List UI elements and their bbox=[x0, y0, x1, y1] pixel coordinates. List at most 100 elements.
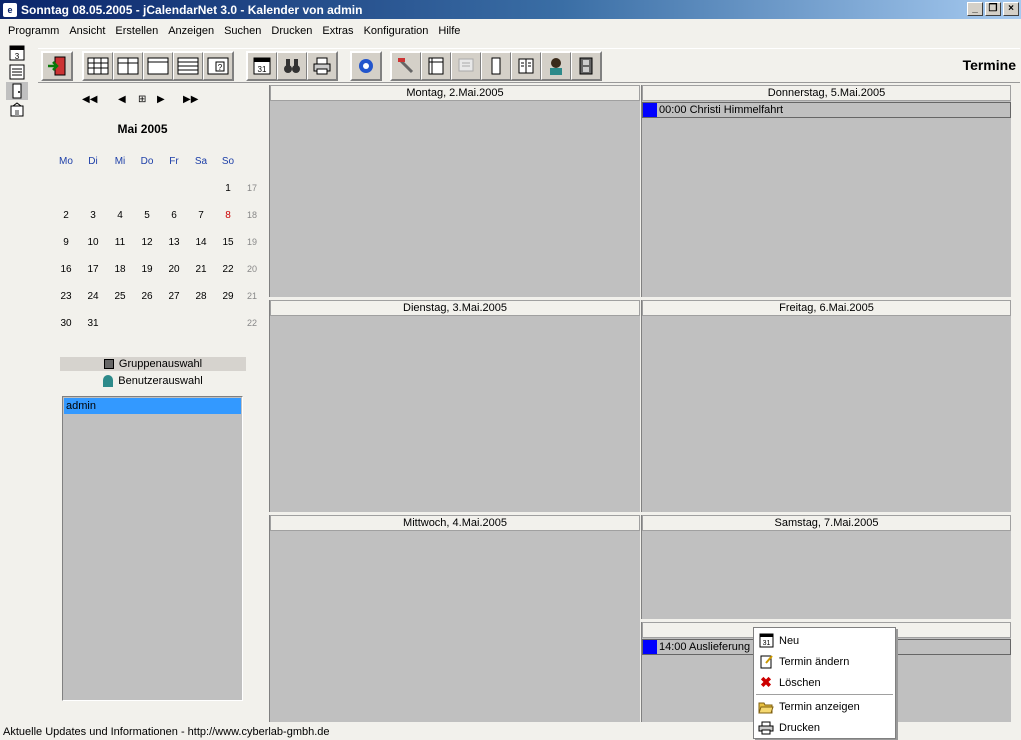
day-friday[interactable]: Freitag, 6.Mai.2005 bbox=[641, 300, 1011, 512]
menu-anzeigen[interactable]: Anzeigen bbox=[163, 25, 219, 37]
user-selection-tab[interactable]: Benutzerauswahl bbox=[60, 371, 246, 391]
calendar-day[interactable]: 5 bbox=[137, 210, 157, 221]
menu-erstellen[interactable]: Erstellen bbox=[110, 25, 163, 37]
app-icon: e bbox=[3, 2, 17, 17]
list-view-button[interactable] bbox=[6, 63, 28, 81]
note-view-button[interactable]: ? bbox=[203, 52, 233, 80]
calendar-view-button[interactable]: 3 bbox=[6, 44, 28, 62]
menu-suchen[interactable]: Suchen bbox=[219, 25, 266, 37]
calendar-day[interactable]: 9 bbox=[56, 237, 76, 248]
calendar-week-number: 22 bbox=[246, 318, 257, 328]
disabled-action-button[interactable] bbox=[451, 52, 481, 80]
calendar-day[interactable]: 4 bbox=[110, 210, 130, 221]
user-list-item[interactable]: admin bbox=[64, 398, 241, 414]
restore-button[interactable]: ❐ bbox=[985, 2, 1001, 16]
calendar-day[interactable]: 10 bbox=[83, 237, 103, 248]
context-menu-delete[interactable]: ✖ Löschen bbox=[754, 672, 895, 693]
day-tuesday[interactable]: Dienstag, 3.Mai.2005 bbox=[269, 300, 640, 512]
exit-door-icon bbox=[48, 56, 66, 76]
group-button[interactable] bbox=[571, 52, 601, 80]
user-list[interactable]: admin bbox=[62, 396, 243, 701]
table-button[interactable] bbox=[421, 52, 451, 80]
calendar-day[interactable]: 25 bbox=[110, 291, 130, 302]
calendar-day[interactable]: 7 bbox=[191, 210, 211, 221]
list-view-toolbar-button[interactable] bbox=[173, 52, 203, 80]
calendar-day[interactable]: 31 bbox=[83, 318, 103, 329]
calendar-day[interactable]: 26 bbox=[137, 291, 157, 302]
calendar-day[interactable]: 29 bbox=[218, 291, 238, 302]
weekday-header: So bbox=[221, 156, 235, 167]
tools-button[interactable] bbox=[391, 52, 421, 80]
door-button[interactable] bbox=[481, 52, 511, 80]
next-year-button[interactable]: ▶▶ bbox=[183, 94, 198, 105]
group-selection-tab[interactable]: Gruppenauswahl bbox=[60, 357, 246, 371]
svg-text:3: 3 bbox=[15, 52, 20, 61]
context-menu-new[interactable]: 31 Neu bbox=[754, 630, 895, 651]
day-thursday[interactable]: Donnerstag, 5.Mai.2005 00:00 Christi Him… bbox=[641, 85, 1011, 297]
menu-hilfe[interactable]: Hilfe bbox=[433, 25, 465, 37]
calendar-day[interactable]: 20 bbox=[164, 264, 184, 275]
day-monday[interactable]: Montag, 2.Mai.2005 bbox=[269, 85, 640, 297]
door-icon bbox=[12, 83, 22, 99]
calendar-day[interactable]: 6 bbox=[164, 210, 184, 221]
context-menu-show[interactable]: Termin anzeigen bbox=[754, 696, 895, 717]
calendar-day[interactable]: 13 bbox=[164, 237, 184, 248]
calendar-day[interactable]: 1 bbox=[218, 183, 238, 194]
view-switcher: 3 bbox=[6, 44, 34, 120]
context-menu-edit[interactable]: Termin ändern bbox=[754, 651, 895, 672]
week-view-button[interactable] bbox=[113, 52, 143, 80]
user-button[interactable] bbox=[541, 52, 571, 80]
print-button[interactable] bbox=[307, 52, 337, 80]
calendar-day[interactable]: 3 bbox=[83, 210, 103, 221]
prev-year-button[interactable]: ◀◀ bbox=[82, 94, 97, 105]
calendar-day[interactable]: 17 bbox=[83, 264, 103, 275]
calendar-day[interactable]: 19 bbox=[137, 264, 157, 275]
calendar-day[interactable]: 18 bbox=[110, 264, 130, 275]
menu-programm[interactable]: Programm bbox=[3, 25, 64, 37]
exit-button[interactable] bbox=[42, 52, 72, 80]
calendar-day[interactable]: 27 bbox=[164, 291, 184, 302]
menu-konfiguration[interactable]: Konfiguration bbox=[359, 25, 434, 37]
next-month-button[interactable]: ▶ bbox=[157, 94, 165, 105]
month-grid-icon bbox=[87, 57, 109, 75]
calendar-day[interactable]: 15 bbox=[218, 237, 238, 248]
context-menu-edit-label: Termin ändern bbox=[779, 655, 850, 668]
today-button[interactable]: ⊞ bbox=[138, 94, 146, 105]
appointment-item[interactable]: 00:00 Christi Himmelfahrt bbox=[642, 102, 1011, 118]
calendar-day[interactable]: 24 bbox=[83, 291, 103, 302]
calendar-day[interactable]: 14 bbox=[191, 237, 211, 248]
svg-text:31: 31 bbox=[762, 640, 770, 647]
calendar-day[interactable]: 30 bbox=[56, 318, 76, 329]
day-saturday[interactable]: Samstag, 7.Mai.2005 bbox=[641, 515, 1011, 619]
calendar-day[interactable]: 12 bbox=[137, 237, 157, 248]
film-group-icon bbox=[579, 57, 593, 75]
calendar-day[interactable]: 28 bbox=[191, 291, 211, 302]
search-button[interactable] bbox=[277, 52, 307, 80]
calendar-day[interactable]: 21 bbox=[191, 264, 211, 275]
calendar-day[interactable]: 2 bbox=[56, 210, 76, 221]
new-appointment-button[interactable]: 31 bbox=[247, 52, 277, 80]
menu-extras[interactable]: Extras bbox=[317, 25, 358, 37]
calendar-day[interactable]: 11 bbox=[110, 237, 130, 248]
prev-month-button[interactable]: ◀ bbox=[118, 94, 126, 105]
address-view-button[interactable] bbox=[6, 101, 28, 119]
toolbar-view-title: Termine bbox=[962, 57, 1016, 73]
calendar-month-label: Mai 2005 bbox=[117, 122, 168, 136]
address-book-button[interactable] bbox=[511, 52, 541, 80]
sync-button[interactable] bbox=[351, 52, 381, 80]
door-view-button[interactable] bbox=[6, 82, 28, 100]
day-wednesday[interactable]: Mittwoch, 4.Mai.2005 bbox=[269, 515, 640, 722]
minimize-button[interactable]: _ bbox=[967, 2, 983, 16]
calendar-day[interactable]: 23 bbox=[56, 291, 76, 302]
menu-drucken[interactable]: Drucken bbox=[266, 25, 317, 37]
calendar-day[interactable]: 16 bbox=[56, 264, 76, 275]
menu-ansicht[interactable]: Ansicht bbox=[64, 25, 110, 37]
door-small-icon bbox=[491, 57, 501, 75]
month-view-button[interactable] bbox=[83, 52, 113, 80]
day-view-button[interactable] bbox=[143, 52, 173, 80]
calendar-day[interactable]: 8 bbox=[218, 210, 238, 221]
refresh-icon bbox=[359, 59, 373, 73]
group-icon bbox=[103, 359, 114, 370]
close-button[interactable]: × bbox=[1003, 2, 1019, 16]
calendar-day[interactable]: 22 bbox=[218, 264, 238, 275]
